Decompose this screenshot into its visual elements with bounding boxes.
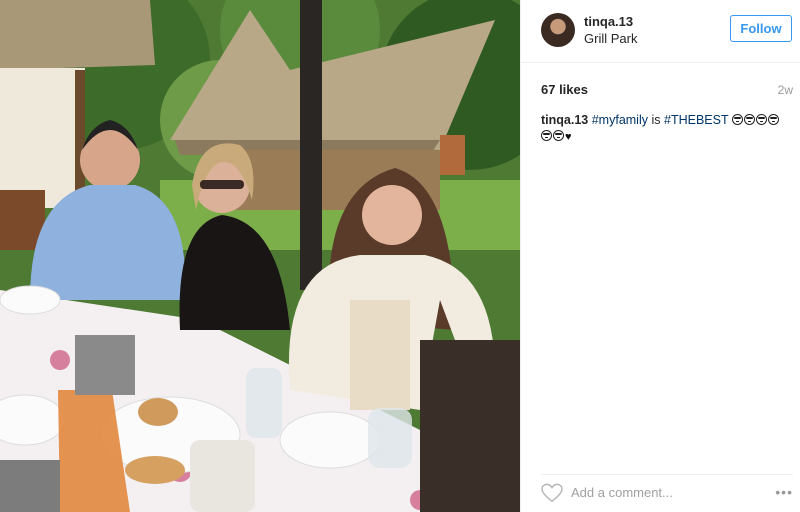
post-caption: tinqa.13 #myfamily is #THEBEST ♥	[541, 112, 791, 145]
comment-bar: •••	[541, 474, 793, 511]
avatar[interactable]	[541, 13, 575, 47]
caption-word: is	[651, 113, 661, 127]
grimacing-emoji-icon	[755, 114, 767, 125]
emoji-row-2: ♥	[541, 129, 572, 143]
emoji-row-1	[731, 113, 780, 127]
post-photo[interactable]	[0, 0, 520, 512]
grimacing-emoji-icon	[541, 130, 552, 141]
hashtag-thebest[interactable]: #THEBEST	[664, 113, 728, 127]
grimacing-emoji-icon	[767, 114, 779, 125]
location-link[interactable]: Grill Park	[584, 31, 637, 46]
grimacing-emoji-icon	[731, 114, 743, 125]
hashtag-myfamily[interactable]: #myfamily	[592, 113, 648, 127]
grimacing-emoji-icon	[743, 114, 755, 125]
username-link[interactable]: tinqa.13	[584, 14, 633, 29]
black-heart-emoji-icon: ♥	[565, 131, 572, 143]
photo-illustration	[0, 0, 520, 512]
follow-button[interactable]: Follow	[730, 15, 792, 42]
caption-username[interactable]: tinqa.13	[541, 113, 588, 127]
likes-count[interactable]: 67 likes	[541, 82, 588, 97]
add-comment-input[interactable]	[571, 485, 751, 500]
post-header: tinqa.13 Grill Park Follow	[521, 0, 800, 63]
more-options-icon[interactable]: •••	[775, 485, 793, 499]
grimacing-emoji-icon	[553, 130, 564, 141]
post-age[interactable]: 2w	[778, 83, 793, 97]
post-side-panel: tinqa.13 Grill Park Follow 67 likes 2w t…	[520, 0, 800, 512]
post-meta: 67 likes 2w	[541, 80, 793, 98]
like-heart-icon[interactable]	[541, 483, 563, 503]
